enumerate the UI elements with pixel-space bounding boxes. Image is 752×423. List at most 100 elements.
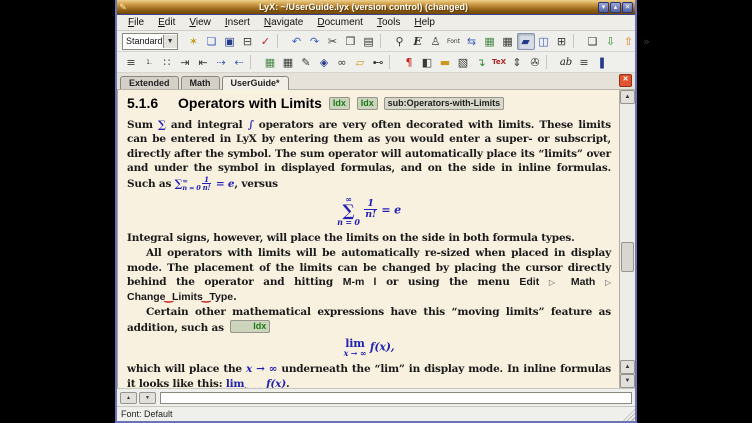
minimize-button[interactable]: ▾: [598, 2, 609, 13]
paragraph-integral-signs[interactable]: Integral signs, however, will place the …: [127, 231, 611, 246]
scroll-up2-button[interactable]: ▲: [620, 360, 635, 374]
thesaurus-button[interactable]: ◈: [315, 54, 333, 71]
insert-marginnote-button[interactable]: ◧: [418, 54, 436, 71]
split-view-button[interactable]: ◫: [535, 33, 553, 50]
font-dialog-button[interactable]: Font: [445, 33, 463, 50]
tabbar-close-button[interactable]: ✕: [619, 74, 632, 87]
noun-button[interactable]: ♙: [427, 33, 445, 50]
text-run: Sum: [127, 119, 158, 131]
insert-table-float-button[interactable]: ▦: [279, 54, 297, 71]
tab-math[interactable]: Math: [181, 76, 220, 89]
table-of-contents-button[interactable]: ≡: [122, 54, 140, 71]
paragraph-moving-limits[interactable]: Certain other mathematical expressions h…: [127, 305, 611, 335]
display-formula-button[interactable]: ≡: [575, 54, 593, 71]
inline-formula-lim[interactable]: limx → ∞ f(x): [226, 378, 286, 389]
index-inset[interactable]: Idx: [357, 97, 378, 110]
insert-tabular-button[interactable]: ⊞: [553, 33, 571, 50]
menu-tools[interactable]: Tools: [370, 16, 407, 29]
document-canvas[interactable]: 5.1.6 Operators with Limits Idx Idx sub:…: [117, 90, 619, 388]
menu-help[interactable]: Help: [407, 16, 442, 29]
scroll-up-button[interactable]: ▲: [620, 90, 635, 104]
find-replace-button[interactable]: ⚲: [391, 33, 409, 50]
paragraph-limits-placement[interactable]: All operators with limits will be automa…: [127, 246, 611, 304]
child-document-button[interactable]: ❑: [584, 33, 602, 50]
insert-graphics-button[interactable]: ▦: [481, 33, 499, 50]
spellcheck-icon: ✓: [261, 36, 270, 47]
paste-button[interactable]: ▤: [360, 33, 378, 50]
menu-view[interactable]: View: [182, 16, 218, 29]
attach-button[interactable]: ✇: [526, 54, 544, 71]
enumerate-list-button[interactable]: 1.: [140, 54, 158, 71]
scrollbar-track[interactable]: [620, 104, 635, 360]
word-spacing-button[interactable]: ⇆: [463, 33, 481, 50]
navigate-next-button[interactable]: ⇩: [602, 33, 620, 50]
insert-figure-float-button[interactable]: ▦: [261, 54, 279, 71]
decrease-depth-button[interactable]: ⇠: [230, 54, 248, 71]
index-inset[interactable]: Idx: [329, 97, 350, 110]
toolbar-extra: ≡1.∷⇥⇤⇢⇠▦▦✎◈∞▱⊷¶◧▬▧↴TeX⇕✇ab≡❚: [117, 52, 635, 73]
open-document-button[interactable]: ❏: [203, 33, 221, 50]
menu-file[interactable]: File: [121, 16, 151, 29]
insert-tex-button[interactable]: TeX: [490, 54, 508, 71]
menu-insert[interactable]: Insert: [218, 16, 257, 29]
combo-dropdown-arrow[interactable]: ▼: [163, 35, 177, 48]
insert-table-button[interactable]: ▦: [499, 33, 517, 50]
math-macros-book-button[interactable]: ❚: [593, 54, 611, 71]
paragraph-sum-integral[interactable]: Sum ∑ and integral ∫ operators are very …: [127, 118, 611, 192]
print-document-button[interactable]: ⊟: [239, 33, 257, 50]
insert-box-button[interactable]: ▧: [454, 54, 472, 71]
navigate-next-icon: ⇩: [606, 36, 615, 47]
spellcheck-button[interactable]: ✓: [257, 33, 275, 50]
tab-userguide[interactable]: UserGuide*: [222, 76, 289, 90]
math-text-mode-button[interactable]: ab: [557, 54, 575, 71]
prev-command-button[interactable]: ▲: [120, 392, 137, 404]
hyperlink-button[interactable]: ⊷: [369, 54, 387, 71]
math-macros-book-icon: ❚: [597, 57, 606, 68]
menu-document[interactable]: Document: [310, 16, 370, 29]
inline-formula-sum[interactable]: ∑∞n = 01n! = e: [175, 178, 235, 190]
paragraph-outdent-button[interactable]: ⇤: [194, 54, 212, 71]
edit-eraser-button[interactable]: ✎: [297, 54, 315, 71]
insert-footnote-button[interactable]: ¶: [400, 54, 418, 71]
paragraph-which-will-place[interactable]: which will place the x → ∞ underneath th…: [127, 362, 611, 388]
new-document-button[interactable]: ✶: [185, 33, 203, 50]
copy-button[interactable]: ❒: [342, 33, 360, 50]
toolbar-overflow-button[interactable]: »: [638, 33, 656, 50]
toolbar-main: Standard ▼ ✶❏▣⊟✓↶↷✂❒▤⚲E♙Font⇆▦▦▰◫⊞❑⇩⇧»: [117, 31, 635, 52]
insert-note-button[interactable]: ▬: [436, 54, 454, 71]
tab-extended[interactable]: Extended: [120, 76, 179, 89]
menu-navigate[interactable]: Navigate: [257, 16, 310, 29]
scroll-down-button[interactable]: ▼: [620, 374, 635, 388]
undo-button[interactable]: ↶: [288, 33, 306, 50]
navigate-prev-button[interactable]: ⇧: [620, 33, 638, 50]
increase-depth-button[interactable]: ⇢: [212, 54, 230, 71]
titlebar[interactable]: ✎ LyX: ~/UserGuide.lyx (version control)…: [117, 0, 635, 15]
index-inset[interactable]: Idx: [230, 320, 270, 333]
math-equals: = e: [381, 203, 400, 216]
search-references-button[interactable]: ∞: [333, 54, 351, 71]
text-run: .: [233, 291, 236, 303]
open-folder-button[interactable]: ▱: [351, 54, 369, 71]
scrollbar-thumb[interactable]: [621, 242, 634, 272]
label-inset[interactable]: sub:Operators-with-Limits: [384, 97, 505, 110]
itemize-list-button[interactable]: ∷: [158, 54, 176, 71]
emphasis-button[interactable]: E: [409, 33, 427, 50]
vertical-scrollbar[interactable]: ▲ ▲ ▼: [619, 90, 635, 388]
menu-edit[interactable]: Edit: [151, 16, 182, 29]
maximize-button[interactable]: ▴: [610, 2, 621, 13]
resize-grip[interactable]: [623, 409, 635, 421]
redo-button[interactable]: ↷: [306, 33, 324, 50]
display-formula-sum[interactable]: ∞∑n = 0 1n! = e: [127, 195, 611, 226]
close-button[interactable]: ✕: [622, 2, 633, 13]
paragraph-style-combo[interactable]: Standard ▼: [122, 33, 178, 50]
minibuffer-input[interactable]: [160, 392, 632, 404]
include-file-button[interactable]: ↴: [472, 54, 490, 71]
paragraph-indent-button[interactable]: ⇥: [176, 54, 194, 71]
math-panel-button[interactable]: ▰: [517, 33, 535, 50]
display-formula-lim[interactable]: limx → ∞ f(x),: [127, 338, 611, 357]
next-command-button[interactable]: ▼: [139, 392, 156, 404]
insert-vspace-button[interactable]: ⇕: [508, 54, 526, 71]
save-document-button[interactable]: ▣: [221, 33, 239, 50]
window-buttons: ▾ ▴ ✕: [598, 2, 633, 13]
cut-button[interactable]: ✂: [324, 33, 342, 50]
